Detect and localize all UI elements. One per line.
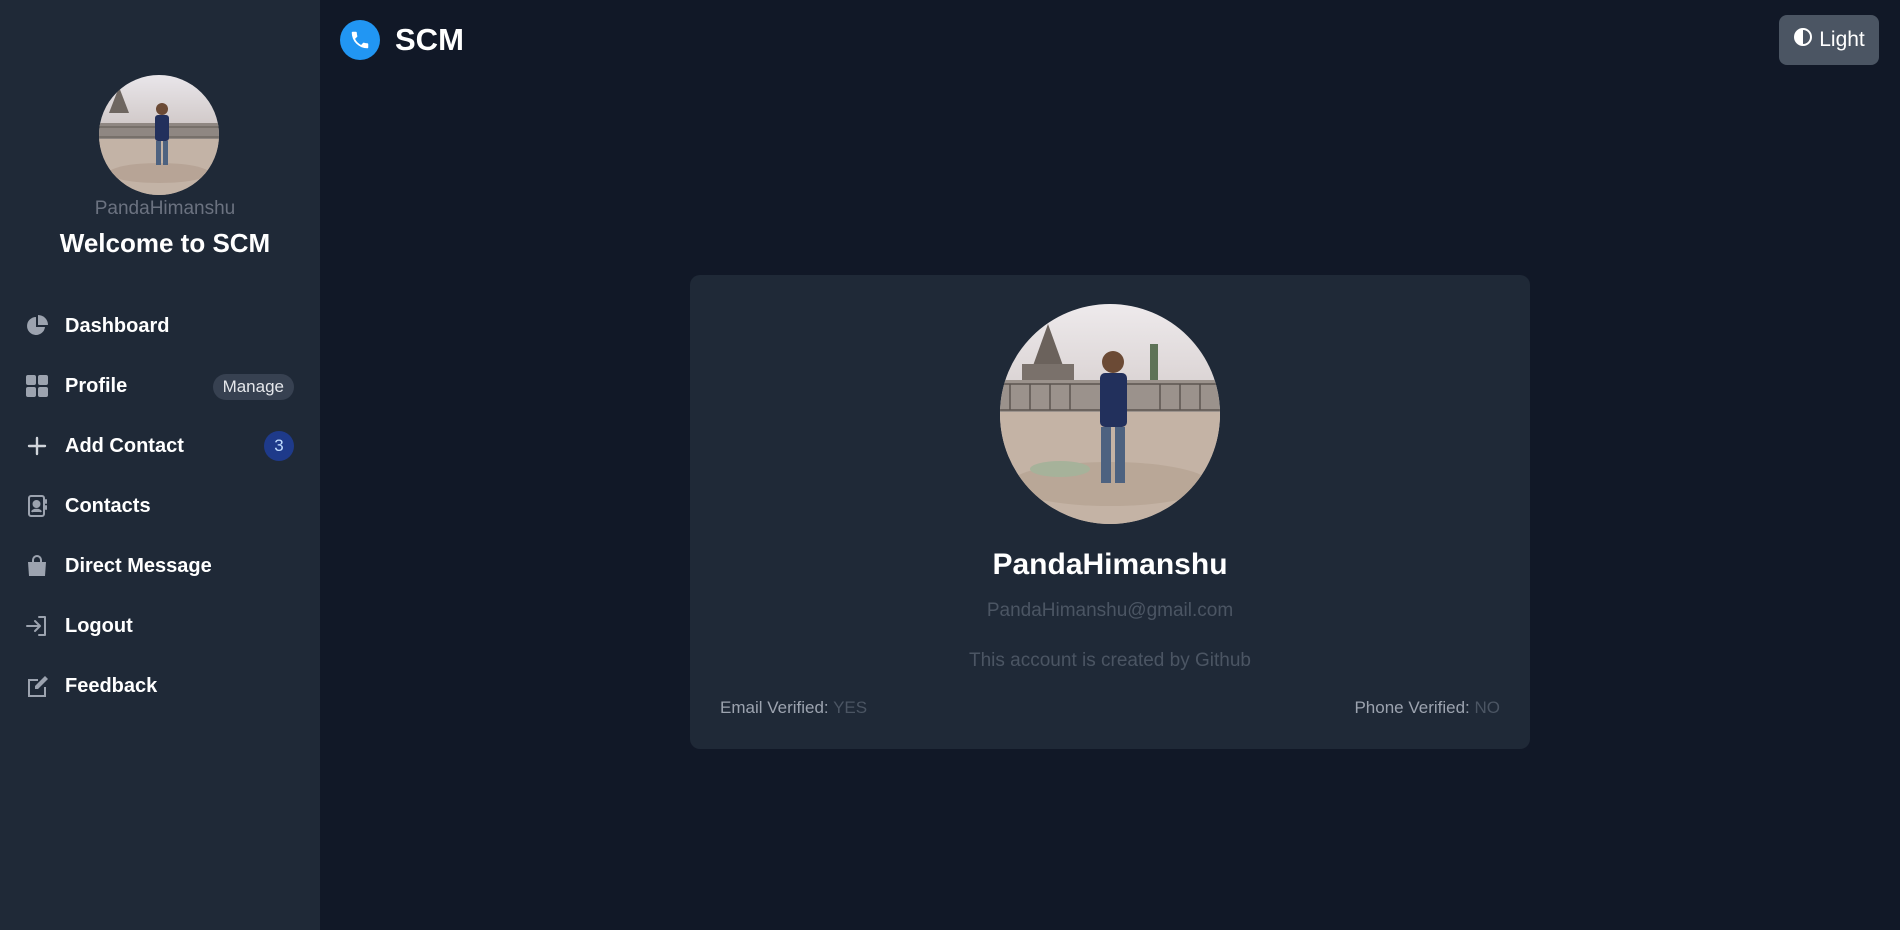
email-verified-status: Email Verified: YES: [720, 698, 867, 718]
grid-icon: [24, 373, 50, 399]
sidebar-item-label: Add Contact: [65, 434, 184, 457]
sidebar-item-profile[interactable]: Profile Manage: [12, 361, 308, 411]
phone-verified-label: Phone Verified:: [1354, 698, 1470, 717]
email-verified-value: YES: [833, 698, 868, 717]
phone-verified-value: NO: [1474, 698, 1501, 717]
phone-logo-icon[interactable]: [340, 20, 380, 60]
edit-icon: [24, 673, 50, 699]
sidebar: PandaHimanshu Welcome to SCM Dashboard P…: [0, 0, 320, 930]
profile-name: PandaHimanshu: [992, 548, 1228, 581]
address-book-icon: [24, 493, 50, 519]
email-verified-label: Email Verified:: [720, 698, 829, 717]
phone-verified-status: Phone Verified: NO: [1354, 698, 1500, 718]
sidebar-item-direct-message[interactable]: Direct Message: [12, 541, 308, 591]
sidebar-item-label: Logout: [65, 614, 133, 637]
sidebar-item-label: Feedback: [65, 674, 158, 697]
manage-badge: Manage: [212, 374, 294, 400]
sidebar-item-dashboard[interactable]: Dashboard: [12, 301, 308, 351]
sidebar-item-logout[interactable]: Logout: [12, 601, 308, 651]
shopping-bag-icon: [24, 553, 50, 579]
profile-avatar: [1000, 304, 1220, 524]
profile-card: PandaHimanshu PandaHimanshu@gmail.com Th…: [690, 275, 1530, 749]
sidebar-item-contacts[interactable]: Contacts: [12, 481, 308, 531]
profile-email: PandaHimanshu@gmail.com: [986, 600, 1234, 621]
sidebar-item-add-contact[interactable]: Add Contact 3: [12, 421, 308, 471]
app-root: PandaHimanshu Welcome to SCM Dashboard P…: [0, 0, 1900, 930]
logout-icon: [24, 613, 50, 639]
sidebar-item-label: Dashboard: [65, 314, 170, 337]
sidebar-item-label: Direct Message: [65, 554, 212, 577]
sidebar-item-feedback[interactable]: Feedback: [12, 661, 308, 711]
theme-toggle-label: Light: [1819, 28, 1865, 51]
plus-icon: [24, 433, 50, 459]
sidebar-username: PandaHimanshu: [94, 198, 236, 219]
sidebar-avatar: [99, 75, 219, 195]
theme-toggle-button[interactable]: Light: [1779, 15, 1879, 65]
sidebar-item-label: Profile: [65, 374, 128, 397]
brand-title[interactable]: SCM: [395, 22, 464, 58]
contrast-icon: [1793, 27, 1813, 53]
pie-chart-icon: [24, 313, 50, 339]
profile-created-by: This account is created by Github: [969, 650, 1251, 671]
sidebar-item-label: Contacts: [65, 494, 151, 517]
sidebar-welcome: Welcome to SCM: [59, 228, 271, 258]
contact-count-badge: 3: [264, 431, 294, 461]
